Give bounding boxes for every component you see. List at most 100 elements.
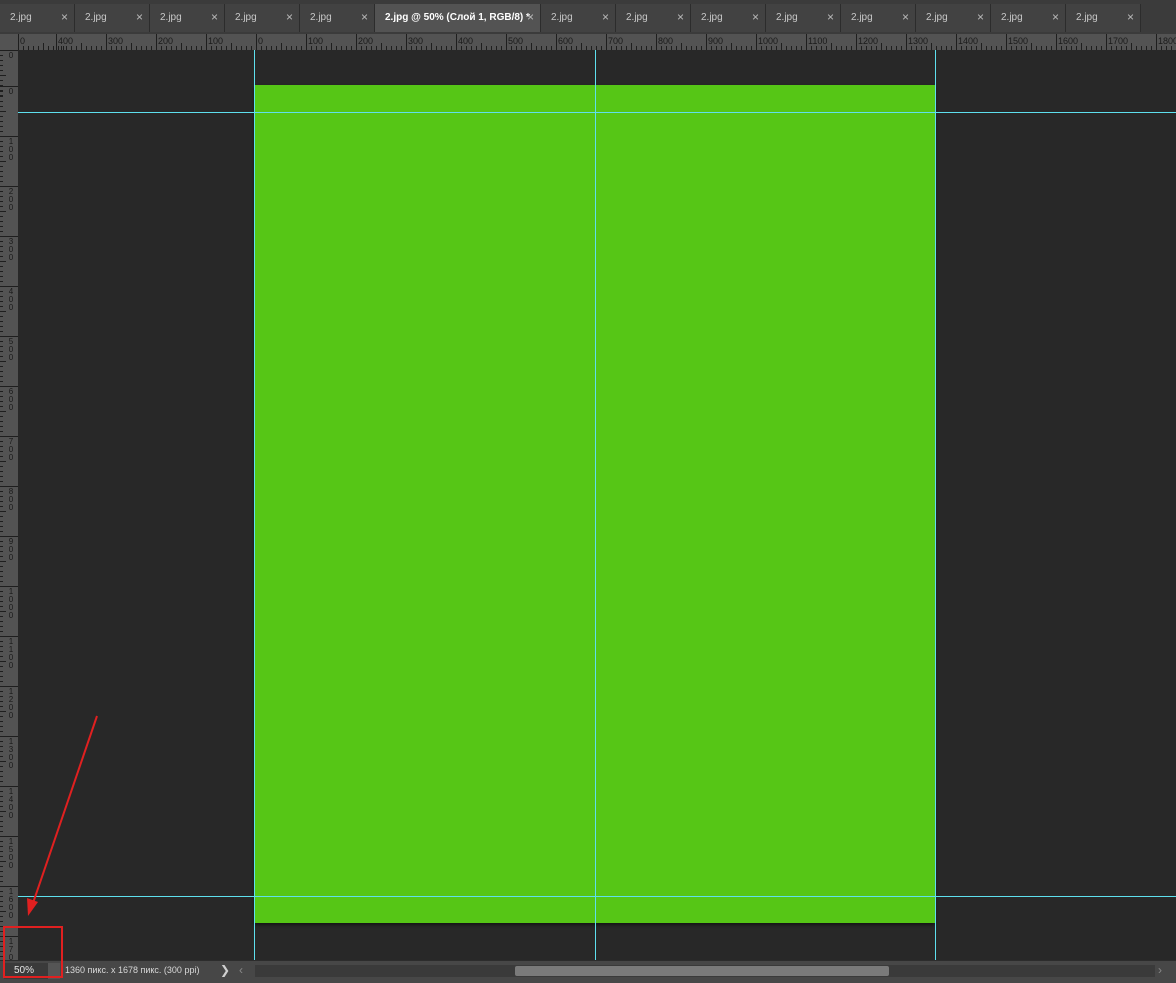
scrollbar-thumb[interactable]: [515, 966, 889, 976]
zoom-level-field[interactable]: 50%: [4, 963, 48, 979]
tab-document[interactable]: 2.jpg ×: [1066, 4, 1141, 32]
ruler-corner[interactable]: [0, 34, 18, 50]
tab-label: 2.jpg: [10, 12, 32, 23]
ruler-label: 400: [58, 36, 74, 46]
ruler-minor-tick: [0, 511, 6, 512]
ruler-label: 600: [558, 36, 574, 46]
ruler-tick: [656, 34, 657, 50]
tab-document[interactable]: 2.jpg ×: [541, 4, 616, 32]
ruler-minor-tick: [0, 281, 3, 282]
ruler-minor-tick: [0, 296, 3, 297]
ruler-minor-tick: [0, 551, 3, 552]
ruler-minor-tick: [931, 43, 932, 50]
ruler-minor-tick: [0, 171, 3, 172]
close-icon[interactable]: ×: [602, 10, 609, 24]
tab-document[interactable]: 2.jpg ×: [225, 4, 300, 32]
ruler-minor-tick: [0, 216, 3, 217]
ruler-minor-tick: [0, 241, 3, 242]
ruler-minor-tick: [0, 926, 3, 927]
ruler-label: 800: [658, 36, 674, 46]
ruler-minor-tick: [0, 331, 3, 332]
horizontal-scrollbar[interactable]: [255, 965, 1155, 977]
ruler-minor-tick: [0, 891, 3, 892]
ruler-minor-tick: [0, 391, 3, 392]
ruler-label: 400: [458, 36, 474, 46]
tab-document[interactable]: 2.jpg ×: [616, 4, 691, 32]
guide-vertical-right[interactable]: [935, 50, 936, 960]
close-icon[interactable]: ×: [61, 10, 68, 24]
ruler-tick: [556, 34, 557, 50]
ruler-minor-tick: [0, 416, 3, 417]
ruler-label: 0: [258, 36, 264, 46]
tab-document[interactable]: 2.jpg ×: [991, 4, 1066, 32]
vertical-ruler[interactable]: 0 0 100 200 300 400 500 600 700 800 900 1000 1100 120…: [0, 50, 19, 960]
guide-horizontal-top[interactable]: [18, 112, 1176, 113]
document-tab-bar: 2.jpg × 2.jpg × 2.jpg × 2.jpg × 2.jpg × 2.jpg @ 50…: [0, 0, 1176, 35]
ruler-minor-tick: [0, 896, 3, 897]
close-icon[interactable]: ×: [902, 10, 909, 24]
ruler-minor-tick: [0, 201, 3, 202]
guide-horizontal-bottom[interactable]: [18, 896, 1176, 897]
close-icon[interactable]: ×: [977, 10, 984, 24]
tab-active-document[interactable]: 2.jpg @ 50% (Слой 1, RGB/8) * ×: [375, 4, 541, 32]
close-icon[interactable]: ×: [1127, 10, 1134, 24]
ruler-minor-tick: [0, 826, 3, 827]
ruler-minor-tick: [0, 741, 3, 742]
horizontal-ruler[interactable]: 0 400 300 200 100 0 100 200 300 400 500 600 700 800 90…: [18, 34, 1176, 51]
ruler-label: 800: [8, 487, 14, 512]
ruler-minor-tick: [0, 121, 3, 122]
ruler-minor-tick: [0, 541, 3, 542]
ruler-minor-tick: [281, 43, 282, 50]
ruler-minor-tick: [0, 521, 3, 522]
tab-label: 2.jpg: [551, 12, 573, 23]
ruler-minor-tick: [0, 351, 3, 352]
ruler-minor-tick: [0, 706, 3, 707]
ruler-tick: [206, 34, 207, 50]
ruler-minor-tick: [0, 856, 3, 857]
status-menu-arrow-icon[interactable]: ❯: [220, 963, 230, 977]
tab-document[interactable]: 2.jpg ×: [150, 4, 225, 32]
tab-document[interactable]: 2.jpg ×: [75, 4, 150, 32]
ruler-minor-tick: [781, 43, 782, 50]
ruler-minor-tick: [0, 576, 3, 577]
ruler-minor-tick: [0, 491, 3, 492]
close-icon[interactable]: ×: [677, 10, 684, 24]
close-icon[interactable]: ×: [211, 10, 218, 24]
ruler-minor-tick: [0, 60, 3, 61]
tab-document[interactable]: 2.jpg ×: [841, 4, 916, 32]
tab-document[interactable]: 2.jpg ×: [766, 4, 841, 32]
tab-document[interactable]: 2.jpg ×: [691, 4, 766, 32]
close-icon[interactable]: ×: [286, 10, 293, 24]
ruler-tick: [406, 34, 407, 50]
ruler-minor-tick: [0, 471, 3, 472]
ruler-minor-tick: [431, 43, 432, 50]
tab-document[interactable]: 2.jpg ×: [0, 4, 75, 32]
tab-document[interactable]: 2.jpg ×: [300, 4, 375, 32]
guide-vertical-center[interactable]: [595, 50, 596, 960]
ruler-minor-tick: [0, 556, 3, 557]
close-icon[interactable]: ×: [527, 10, 534, 24]
scroll-right-icon[interactable]: ›: [1158, 963, 1162, 977]
guide-vertical-left[interactable]: [254, 50, 255, 960]
close-icon[interactable]: ×: [361, 10, 368, 24]
ruler-minor-tick: [0, 661, 6, 662]
ruler-minor-tick: [0, 956, 3, 957]
ruler-minor-tick: [0, 426, 3, 427]
ruler-tick: [1156, 34, 1157, 50]
ruler-label: 200: [158, 36, 174, 46]
close-icon[interactable]: ×: [1052, 10, 1059, 24]
tab-document[interactable]: 2.jpg ×: [916, 4, 991, 32]
ruler-minor-tick: [0, 266, 3, 267]
scroll-left-icon[interactable]: ‹: [239, 963, 243, 977]
ruler-minor-tick: [0, 681, 3, 682]
ruler-minor-tick: [0, 151, 3, 152]
ruler-label: 1300: [908, 36, 929, 46]
ruler-minor-tick: [0, 96, 3, 97]
ruler-minor-tick: [0, 671, 3, 672]
close-icon[interactable]: ×: [827, 10, 834, 24]
ruler-minor-tick: [0, 531, 3, 532]
close-icon[interactable]: ×: [752, 10, 759, 24]
ruler-minor-tick: [0, 221, 3, 222]
document-canvas[interactable]: [18, 50, 1176, 960]
close-icon[interactable]: ×: [136, 10, 143, 24]
